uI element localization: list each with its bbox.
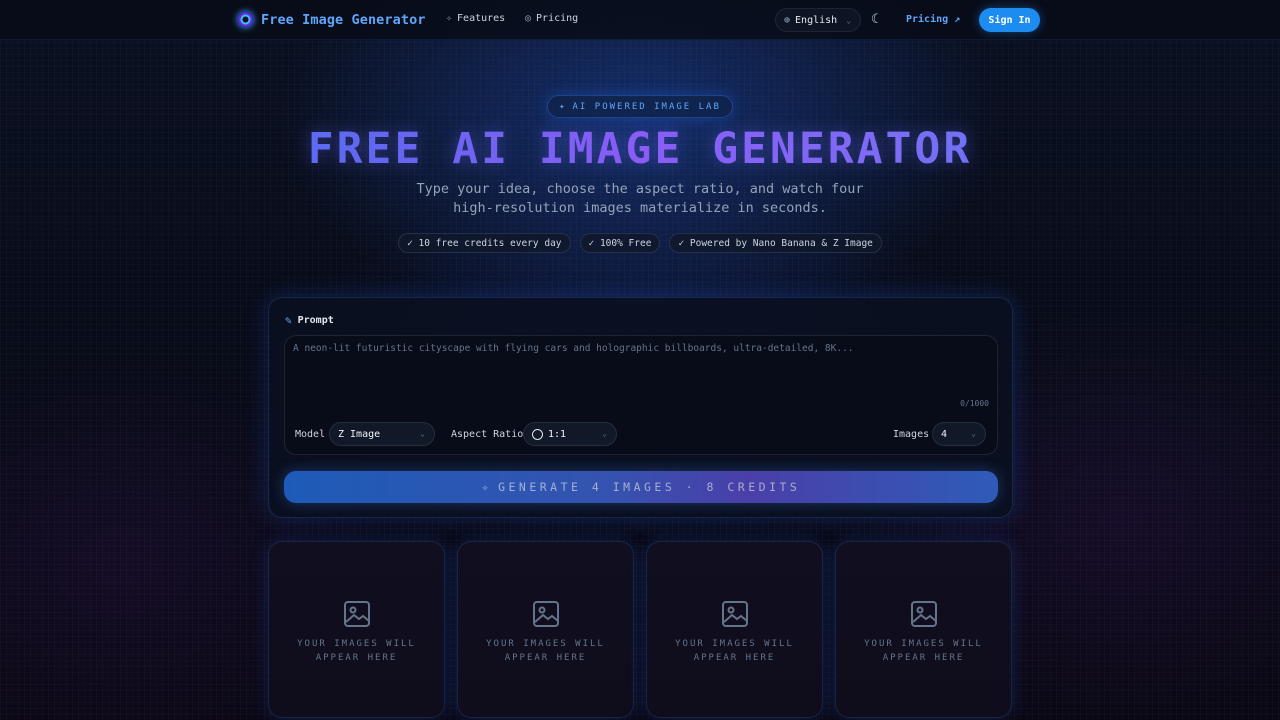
sparkles-icon: ✧	[481, 480, 493, 494]
sparkles-icon: ✧	[446, 13, 453, 24]
image-placeholder-text: YOUR IMAGES WILL APPEAR HERE	[269, 637, 444, 665]
image-icon	[533, 601, 559, 627]
hero-badge: ✦ AI POWERED IMAGE LAB	[547, 95, 733, 118]
nav-link-features[interactable]: ✧ Features	[446, 13, 505, 24]
chip-powered-by: ✓ Powered by Nano Banana & Z Image	[669, 233, 882, 253]
model-label: Model	[295, 429, 326, 440]
image-placeholder-tile: YOUR IMAGES WILL APPEAR HERE	[646, 541, 823, 718]
nav-link-pricing-label: Pricing	[536, 13, 579, 24]
image-icon	[722, 601, 748, 627]
placeholder-line-2: APPEAR HERE	[504, 653, 587, 663]
image-icon	[344, 601, 370, 627]
image-placeholder-tile: YOUR IMAGES WILL APPEAR HERE	[835, 541, 1012, 718]
placeholder-line-2: APPEAR HERE	[882, 653, 965, 663]
model-value: Z Image	[338, 428, 381, 440]
hero-subtitle-line-1: Type your idea, choose the aspect ratio,…	[416, 181, 864, 197]
images-count-value: 4	[941, 428, 948, 440]
page-title: FREE AI IMAGE GENERATOR	[0, 124, 1280, 174]
sparkles-icon: ✦	[559, 101, 567, 112]
aspect-ratio-label: Aspect Ratio	[451, 429, 524, 440]
nav-link-pricing[interactable]: ◎ Pricing	[525, 13, 578, 24]
placeholder-line-1: YOUR IMAGES WILL	[675, 639, 794, 649]
prompt-textarea[interactable]: A neon-lit futuristic cityscape with fly…	[284, 335, 998, 455]
image-icon	[911, 601, 937, 627]
placeholder-line-2: APPEAR HERE	[315, 653, 398, 663]
brand[interactable]: Free Image Generator	[236, 10, 426, 29]
aspect-ratio-circle-icon	[532, 428, 543, 440]
nav-link-features-label: Features	[457, 13, 506, 24]
chevron-down-icon: ⌄	[602, 429, 607, 438]
theme-toggle-moon-icon[interactable]: ☾	[871, 12, 879, 27]
language-value: English	[795, 14, 838, 26]
model-select[interactable]: Z Image ⌄	[329, 422, 435, 446]
feature-chips: ✓ 10 free credits every day ✓ 100% Free …	[0, 233, 1280, 253]
aspect-ratio-select[interactable]: 1:1 ⌄	[523, 422, 617, 446]
placeholder-line-1: YOUR IMAGES WILL	[297, 639, 416, 649]
top-navbar: Free Image Generator ✧ Features ◎ Pricin…	[0, 0, 1280, 40]
placeholder-line-1: YOUR IMAGES WILL	[864, 639, 983, 649]
hero-subtitle: Type your idea, choose the aspect ratio,…	[340, 180, 940, 218]
hero-subtitle-line-2: high-resolution images materialize in se…	[453, 200, 827, 216]
generate-button-label: GENERATE 4 IMAGES · 8 CREDITS	[498, 480, 801, 494]
chip-100-free: ✓ 100% Free	[579, 233, 661, 253]
sign-in-button[interactable]: Sign In	[979, 8, 1040, 32]
chevron-down-icon: ⌄	[420, 429, 425, 438]
chevron-down-icon: ⌄	[971, 429, 976, 438]
generate-button[interactable]: ✧ GENERATE 4 IMAGES · 8 CREDITS	[284, 471, 998, 503]
images-count-select[interactable]: 4 ⌄	[932, 422, 986, 446]
globe-icon: ⊕	[784, 14, 791, 26]
image-placeholder-text: YOUR IMAGES WILL APPEAR HERE	[836, 637, 1011, 665]
brand-logo-icon	[236, 10, 255, 29]
language-select[interactable]: ⊕ English ⌄	[775, 8, 861, 32]
image-placeholder-text: YOUR IMAGES WILL APPEAR HERE	[458, 637, 633, 665]
hero-badge-label: AI POWERED IMAGE LAB	[572, 101, 721, 112]
image-placeholder-tile: YOUR IMAGES WILL APPEAR HERE	[268, 541, 445, 718]
prompt-label-text: Prompt	[297, 315, 334, 326]
magic-wand-icon: ✎	[285, 314, 292, 327]
coin-icon: ◎	[525, 13, 532, 24]
chip-free-credits: ✓ 10 free credits every day	[398, 233, 571, 253]
image-placeholder-text: YOUR IMAGES WILL APPEAR HERE	[647, 637, 822, 665]
prompt-label: ✎ Prompt	[285, 314, 334, 327]
image-placeholder-tile: YOUR IMAGES WILL APPEAR HERE	[457, 541, 634, 718]
prompt-placeholder: A neon-lit futuristic cityscape with fly…	[293, 343, 854, 354]
char-counter: 0/1000	[960, 399, 989, 408]
prompt-card: ✎ Prompt A neon-lit futuristic cityscape…	[268, 297, 1013, 518]
placeholder-line-2: APPEAR HERE	[693, 653, 776, 663]
chevron-down-icon: ⌄	[846, 15, 852, 25]
images-label: Images	[893, 429, 930, 440]
pricing-link[interactable]: Pricing ↗	[906, 14, 960, 25]
brand-name: Free Image Generator	[261, 11, 426, 28]
placeholder-line-1: YOUR IMAGES WILL	[486, 639, 605, 649]
aspect-ratio-value: 1:1	[548, 428, 567, 440]
